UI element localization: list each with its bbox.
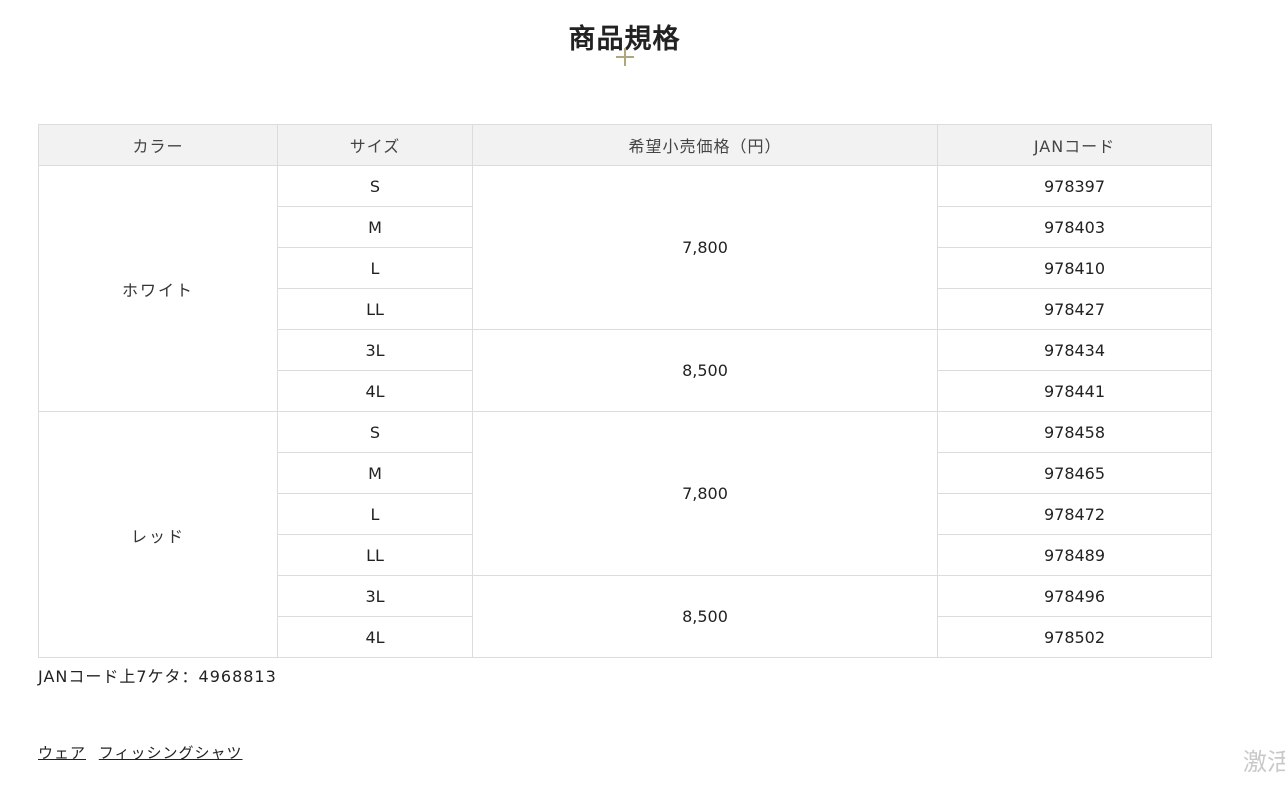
plus-icon <box>615 47 635 67</box>
color-cell: レッド <box>38 411 278 658</box>
jan-cell: 978465 <box>937 452 1212 494</box>
jan-cell: 978427 <box>937 288 1212 330</box>
jan-cell: 978397 <box>937 165 1212 207</box>
jan-cell: 978489 <box>937 534 1212 576</box>
tag-link-fishing-shirt[interactable]: フィッシングシャツ <box>99 744 243 762</box>
table-row: ホワイト S 7,800 978397 <box>38 165 1212 412</box>
jan-cell: 978410 <box>937 247 1212 289</box>
jan-cell: 978458 <box>937 411 1212 453</box>
header-size: サイズ <box>277 124 473 166</box>
jan-cell: 978403 <box>937 206 1212 248</box>
table-row: レッド S 7,800 978458 <box>38 411 1212 658</box>
size-cell: L <box>277 493 473 535</box>
size-cell: LL <box>277 534 473 576</box>
price-cell: 7,800 <box>472 411 938 576</box>
size-cell: 3L <box>277 329 473 371</box>
jan-prefix-note: JANコード上7ケタ：4968813 <box>38 667 277 686</box>
jan-cell: 978441 <box>937 370 1212 412</box>
price-cell: 8,500 <box>472 329 938 412</box>
color-cell: ホワイト <box>38 165 278 412</box>
jan-cell: 978502 <box>937 616 1212 658</box>
header-price: 希望小売価格（円） <box>472 124 938 166</box>
jan-cell: 978472 <box>937 493 1212 535</box>
tag-links: ウェア フィッシングシャツ <box>38 743 251 763</box>
spec-table: カラー サイズ 希望小売価格（円） JANコード ホワイト S 7,800 97… <box>38 124 1212 658</box>
table-header-row: カラー サイズ 希望小売価格（円） JANコード <box>38 124 1212 166</box>
size-cell: 3L <box>277 575 473 617</box>
size-cell: LL <box>277 288 473 330</box>
size-cell: L <box>277 247 473 289</box>
size-cell: S <box>277 411 473 453</box>
activation-watermark: 激活 <box>1243 748 1285 776</box>
price-cell: 8,500 <box>472 575 938 658</box>
size-cell: M <box>277 206 473 248</box>
size-cell: M <box>277 452 473 494</box>
jan-cell: 978434 <box>937 329 1212 371</box>
size-cell: 4L <box>277 370 473 412</box>
size-cell: S <box>277 165 473 207</box>
jan-cell: 978496 <box>937 575 1212 617</box>
price-cell: 7,800 <box>472 165 938 330</box>
tag-link-wear[interactable]: ウェア <box>38 744 86 762</box>
size-cell: 4L <box>277 616 473 658</box>
header-color: カラー <box>38 124 278 166</box>
header-jan: JANコード <box>937 124 1212 166</box>
